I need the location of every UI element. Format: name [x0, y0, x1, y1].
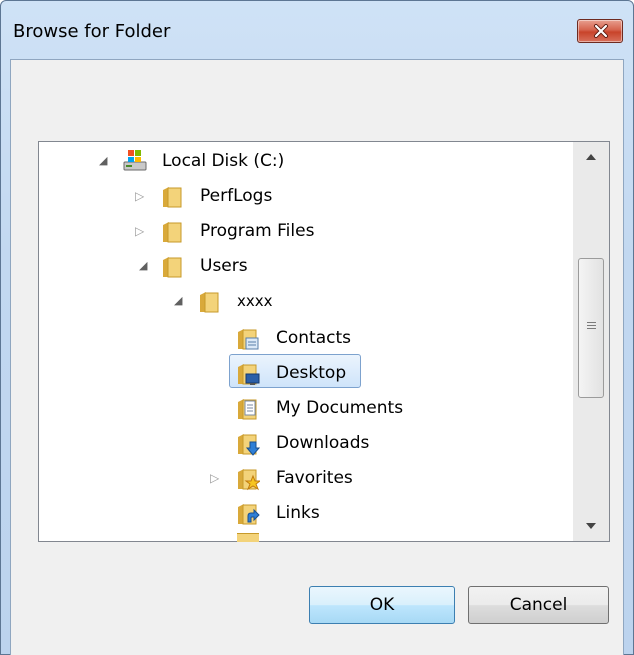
tree-item-label: Favorites — [276, 468, 353, 488]
documents-folder-icon — [236, 397, 260, 432]
tree-item-label: Users — [200, 256, 248, 276]
scroll-up-arrow-icon — [586, 154, 596, 160]
close-icon — [594, 24, 608, 38]
tree-item-label: My Documents — [276, 398, 404, 418]
cancel-button[interactable]: Cancel — [468, 586, 609, 624]
expanded-arrow-icon[interactable]: ◢ — [99, 145, 107, 177]
tree-item-label: Links — [276, 503, 320, 523]
folder-icon — [198, 290, 220, 325]
links-folder-icon — [236, 502, 260, 537]
ok-button[interactable]: OK — [309, 586, 455, 624]
favorites-folder-icon — [236, 467, 262, 502]
expanded-arrow-icon[interactable]: ◢ — [174, 285, 182, 317]
expanded-arrow-icon[interactable]: ◢ — [139, 250, 147, 282]
desktop-folder-icon — [236, 362, 260, 397]
title-bar[interactable]: Browse for Folder — [1, 1, 633, 59]
grip-line — [587, 322, 596, 323]
tree-item-label: Local Disk (C:) — [162, 151, 285, 171]
folder-icon — [161, 220, 183, 255]
tree-item-label: PerfLogs — [200, 186, 273, 206]
scroll-down-arrow-icon — [586, 523, 596, 529]
scroll-thumb[interactable] — [578, 258, 604, 398]
collapsed-arrow-icon[interactable]: ▷ — [135, 180, 144, 212]
grip-line — [587, 328, 596, 329]
collapsed-arrow-icon[interactable]: ▷ — [135, 215, 144, 247]
partial-folder-icon — [237, 533, 259, 542]
tree-item-label: xxxx — [237, 292, 273, 310]
dialog-title: Browse for Folder — [13, 21, 171, 42]
scroll-up-button[interactable] — [573, 142, 609, 172]
grip-line — [587, 325, 596, 326]
tree-item-label: Contacts — [276, 328, 351, 348]
scroll-down-button[interactable] — [573, 511, 609, 541]
tree-item-label: Desktop — [276, 363, 347, 383]
vertical-scrollbar[interactable] — [573, 142, 609, 541]
tree-item-label: Program Files — [200, 221, 315, 241]
folder-icon — [161, 185, 183, 220]
close-button[interactable] — [577, 19, 623, 43]
contacts-folder-icon — [236, 327, 260, 362]
downloads-folder-icon — [236, 432, 261, 467]
tree-item-label: Downloads — [276, 433, 370, 453]
collapsed-arrow-icon[interactable]: ▷ — [210, 462, 219, 494]
